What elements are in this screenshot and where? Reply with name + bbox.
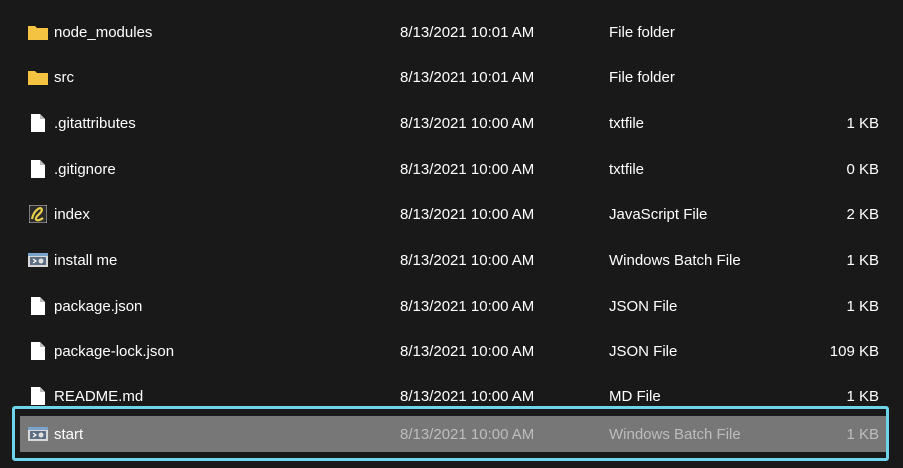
file-icon (28, 114, 48, 132)
date-modified: 8/13/2021 10:00 AM (400, 387, 535, 405)
file-row-index[interactable]: index 8/13/2021 10:00 AM JavaScript File… (20, 196, 886, 232)
batch-file-icon (28, 425, 48, 443)
date-modified: 8/13/2021 10:00 AM (400, 160, 535, 178)
name-cell: src (28, 59, 74, 95)
file-name: node_modules (54, 23, 153, 41)
file-type: JSON File (609, 342, 678, 360)
file-row-readme[interactable]: README.md 8/13/2021 10:00 AM MD File 1 K… (20, 378, 886, 414)
file-size: 1 KB (846, 114, 879, 132)
date-modified: 8/13/2021 10:00 AM (400, 205, 535, 223)
file-size: 0 KB (846, 160, 879, 178)
file-name: package-lock.json (54, 342, 175, 360)
file-name: README.md (54, 387, 144, 405)
file-type: txtfile (609, 114, 645, 132)
name-cell: README.md (28, 378, 143, 414)
file-type: txtfile (609, 160, 645, 178)
file-type: File folder (609, 68, 675, 86)
file-icon (28, 342, 48, 360)
file-size: 1 KB (846, 425, 879, 443)
file-size: 1 KB (846, 297, 879, 315)
date-modified: 8/13/2021 10:00 AM (400, 297, 535, 315)
file-name: .gitignore (54, 160, 116, 178)
date-modified: 8/13/2021 10:01 AM (400, 23, 535, 41)
file-row-node-modules[interactable]: node_modules 8/13/2021 10:01 AM File fol… (20, 14, 886, 50)
file-type: MD File (609, 387, 661, 405)
name-cell: .gitignore (28, 151, 116, 187)
file-type: Windows Batch File (609, 251, 741, 269)
file-size: 1 KB (846, 387, 879, 405)
file-size: 2 KB (846, 205, 879, 223)
date-modified: 8/13/2021 10:01 AM (400, 68, 535, 86)
file-icon (28, 297, 48, 315)
file-icon (28, 160, 48, 178)
file-type: Windows Batch File (609, 425, 741, 443)
folder-icon (28, 68, 48, 86)
name-cell: .gitattributes (28, 105, 136, 141)
file-list: node_modules 8/13/2021 10:01 AM File fol… (0, 0, 903, 468)
date-modified: 8/13/2021 10:00 AM (400, 251, 535, 269)
date-modified: 8/13/2021 10:00 AM (400, 425, 535, 443)
file-row-package-lock-json[interactable]: package-lock.json 8/13/2021 10:00 AM JSO… (20, 333, 886, 369)
name-cell: index (28, 196, 90, 232)
file-name: index (54, 205, 90, 223)
name-cell: start (28, 416, 83, 452)
file-name: src (54, 68, 74, 86)
file-name: install me (54, 251, 118, 269)
file-name: package.json (54, 297, 143, 315)
file-type: File folder (609, 23, 675, 41)
file-size: 109 KB (829, 342, 879, 360)
batch-file-icon (28, 251, 48, 269)
file-type: JavaScript File (609, 205, 708, 223)
name-cell: node_modules (28, 14, 152, 50)
file-row-package-json[interactable]: package.json 8/13/2021 10:00 AM JSON Fil… (20, 288, 886, 324)
file-type: JSON File (609, 297, 678, 315)
javascript-file-icon (28, 205, 48, 223)
date-modified: 8/13/2021 10:00 AM (400, 114, 535, 132)
file-row-gitattributes[interactable]: .gitattributes 8/13/2021 10:00 AM txtfil… (20, 105, 886, 141)
file-icon (28, 387, 48, 405)
file-row-install-me[interactable]: install me 8/13/2021 10:00 AM Windows Ba… (20, 242, 886, 278)
file-name: .gitattributes (54, 114, 136, 132)
name-cell: package.json (28, 288, 142, 324)
name-cell: package-lock.json (28, 333, 174, 369)
file-name: start (54, 425, 84, 443)
name-cell: install me (28, 242, 117, 278)
file-size: 1 KB (846, 251, 879, 269)
date-modified: 8/13/2021 10:00 AM (400, 342, 535, 360)
file-row-start[interactable]: start 8/13/2021 10:00 AM Windows Batch F… (20, 416, 886, 452)
folder-icon (28, 23, 48, 41)
file-row-gitignore[interactable]: .gitignore 8/13/2021 10:00 AM txtfile 0 … (20, 151, 886, 187)
file-row-src[interactable]: src 8/13/2021 10:01 AM File folder (20, 59, 886, 95)
